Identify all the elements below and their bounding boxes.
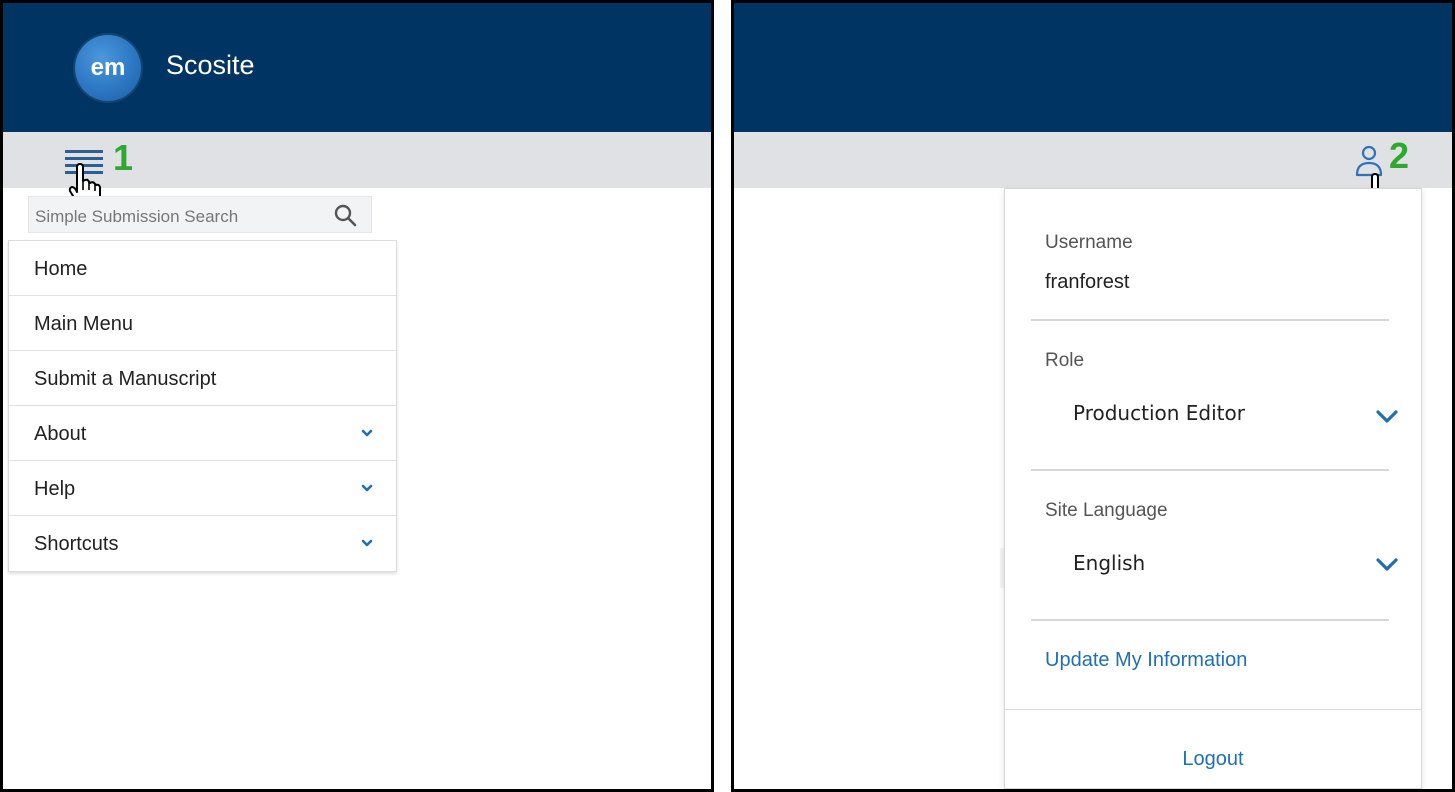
toolbar: [3, 132, 711, 188]
menu-item-about[interactable]: About: [9, 406, 396, 461]
logo[interactable]: em: [75, 35, 141, 101]
menu-item-label: Help: [34, 478, 76, 500]
divider: [1031, 319, 1389, 321]
menu-item-label: Submit a Manuscript: [34, 368, 217, 390]
menu-item-help[interactable]: Help: [9, 461, 396, 516]
search-icon[interactable]: [333, 203, 357, 227]
chevron-down-icon[interactable]: [1375, 409, 1399, 425]
menu-item-shortcuts[interactable]: Shortcuts: [9, 516, 396, 571]
toolbar: [734, 132, 1452, 188]
username-value: franforest: [1045, 271, 1130, 293]
site-header: em Scosite: [3, 3, 711, 132]
step-number-2: 2: [1389, 135, 1410, 176]
role-label: Role: [1045, 350, 1085, 371]
menu-item-label: About: [34, 423, 87, 445]
search-input[interactable]: Simple Submission Search: [35, 207, 238, 227]
logo-text: em: [90, 54, 126, 81]
site-name: Scosite: [166, 50, 255, 80]
left-panel: em Scosite 1 Simple Submission Search Ho…: [3, 3, 711, 789]
menu-item-label: Shortcuts: [34, 533, 119, 555]
site-header: [734, 3, 1452, 132]
chevron-down-icon[interactable]: [360, 536, 374, 550]
step-number-1: 1: [113, 137, 134, 178]
chevron-down-icon[interactable]: [1375, 557, 1399, 573]
menu-item-label: Main Menu: [34, 313, 133, 335]
menu-item-home[interactable]: Home: [9, 241, 396, 296]
logout-link[interactable]: Logout: [1005, 748, 1421, 771]
right-panel: 2 Username franforest Role Production Ed…: [734, 3, 1452, 789]
menu-item-label: Home: [34, 258, 88, 280]
chevron-down-icon[interactable]: [360, 426, 374, 440]
chevron-down-icon[interactable]: [360, 481, 374, 495]
submission-search: Simple Submission Search: [28, 196, 372, 233]
menu-item-submit-manuscript[interactable]: Submit a Manuscript: [9, 351, 396, 406]
divider: [1031, 469, 1389, 471]
site-language-label: Site Language: [1045, 500, 1168, 521]
update-my-information-link[interactable]: Update My Information: [1045, 649, 1247, 672]
username-label: Username: [1045, 232, 1133, 253]
navigation-menu: Home Main Menu Submit a Manuscript About…: [8, 240, 397, 572]
menu-item-main-menu[interactable]: Main Menu: [9, 296, 396, 351]
dropdown-footer: Logout: [1005, 709, 1421, 788]
role-select-value: Production Editor: [1073, 401, 1245, 425]
panel-divider: [711, 0, 734, 792]
divider: [1031, 619, 1389, 621]
user-dropdown: Username franforest Role Production Edit…: [1004, 188, 1422, 789]
site-language-value: English: [1073, 551, 1146, 575]
